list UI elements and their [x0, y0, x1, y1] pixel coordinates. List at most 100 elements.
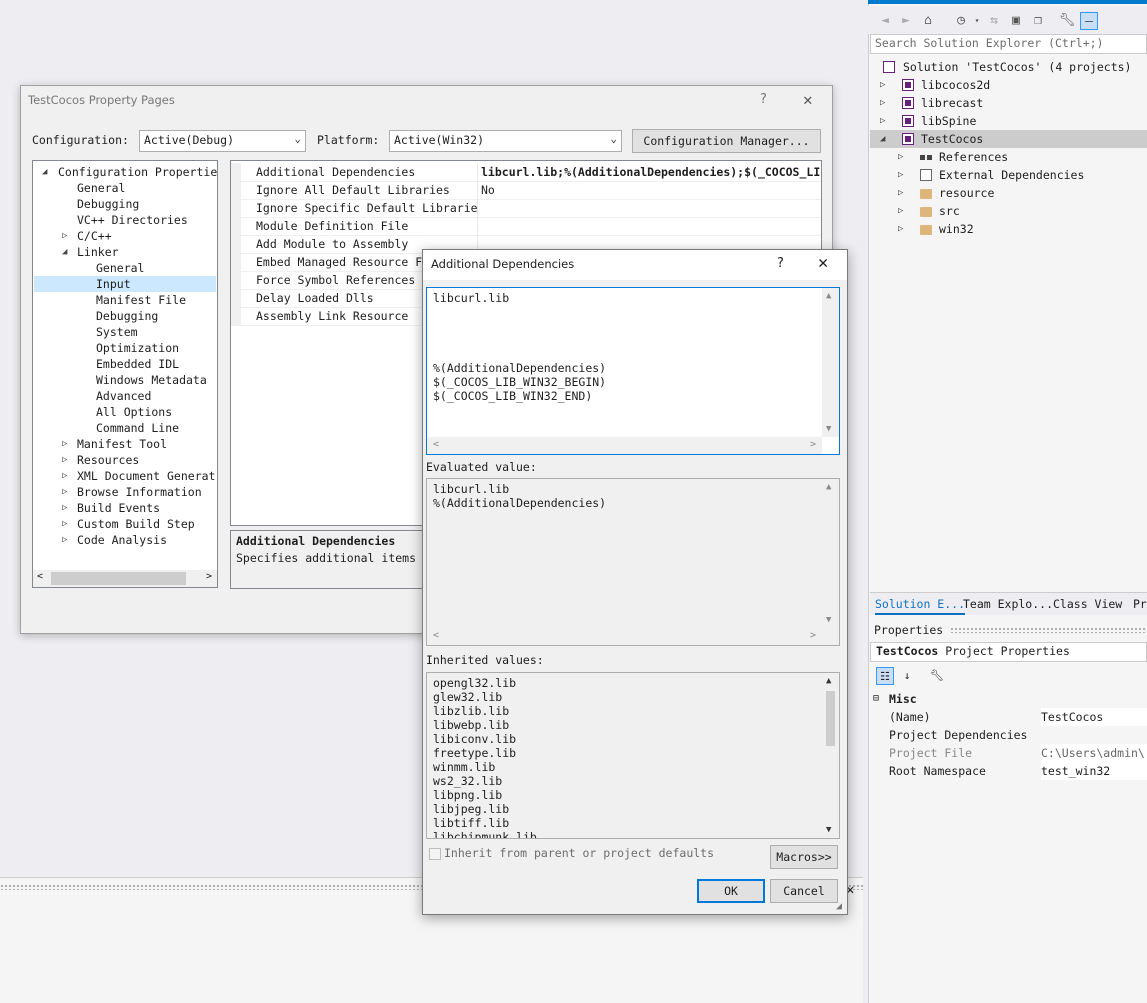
scroll-right-icon[interactable]: > — [206, 571, 212, 582]
grid-row-ignore-all-default-libraries[interactable]: Ignore All Default Libraries No — [231, 181, 821, 200]
home-icon[interactable]: ⌂ — [919, 12, 937, 30]
expand-arrow-icon[interactable]: ▷ — [62, 532, 67, 548]
scroll-up-icon[interactable]: ▲ — [826, 291, 831, 301]
expand-arrow-icon[interactable]: ▷ — [62, 516, 67, 532]
tree-item-linker-debugging[interactable]: Debugging — [96, 308, 158, 324]
preview-selected-icon[interactable]: – — [1080, 12, 1098, 30]
expand-arrow-icon[interactable]: ▷ — [880, 76, 885, 94]
scroll-right-icon[interactable]: > — [810, 630, 816, 641]
tree-item-all-options[interactable]: All Options — [96, 404, 172, 420]
vertical-scrollbar[interactable]: ▲ ▼ — [822, 673, 839, 838]
tree-item-libcocos2d[interactable]: ▷ libcocos2d — [870, 76, 1147, 94]
scroll-left-icon[interactable]: < — [433, 630, 439, 641]
expand-arrow-icon[interactable]: ▷ — [62, 452, 67, 468]
horizontal-scrollbar[interactable]: < > — [427, 437, 822, 454]
sync-icon[interactable]: ⇆ — [985, 12, 1003, 30]
help-button[interactable]: ? — [760, 92, 767, 107]
scroll-down-icon[interactable]: ▼ — [826, 615, 831, 625]
scroll-thumb[interactable] — [826, 691, 835, 746]
close-icon[interactable]: ✕ — [803, 90, 813, 109]
collapse-arrow-icon[interactable]: ◢ — [62, 244, 67, 260]
close-icon[interactable]: ✕ — [818, 253, 828, 273]
tree-item-manifest-file[interactable]: Manifest File — [96, 292, 186, 308]
scroll-up-icon[interactable]: ▲ — [826, 482, 831, 492]
vertical-scrollbar[interactable]: ▲ ▼ — [822, 288, 839, 437]
tab-class-view[interactable]: Class View — [1053, 597, 1122, 611]
scroll-left-icon[interactable]: < — [433, 439, 439, 450]
collapse-arrow-icon[interactable]: ◢ — [42, 164, 47, 180]
tree-item-command-line[interactable]: Command Line — [96, 420, 179, 436]
tab-property-manager[interactable]: Pr — [1133, 597, 1147, 611]
property-row[interactable]: Root Namespace test_win32 — [870, 762, 1147, 780]
expand-arrow-icon[interactable]: ▷ — [62, 436, 67, 452]
tab-team-explorer[interactable]: Team Explo... — [963, 597, 1053, 611]
tab-solution-explorer[interactable]: Solution E... — [875, 597, 966, 615]
resize-grip-icon[interactable]: ◢ — [836, 901, 842, 912]
collapse-arrow-icon[interactable]: ◢ — [880, 130, 885, 148]
tree-item-solution[interactable]: Solution 'TestCocos' (4 projects) — [870, 58, 1147, 76]
forward-icon[interactable]: ► — [897, 12, 915, 30]
solution-explorer-search-input[interactable]: Search Solution Explorer (Ctrl+;) — [870, 34, 1147, 54]
macros-button[interactable]: Macros>> — [770, 845, 838, 869]
scroll-right-icon[interactable]: > — [810, 439, 816, 450]
expand-arrow-icon[interactable]: ▷ — [898, 184, 903, 202]
tree-item-windows-metadata[interactable]: Windows Metadata — [96, 372, 207, 388]
tree-item-src[interactable]: ▷ src — [870, 202, 1147, 220]
tree-item-win32[interactable]: ▷ win32 — [870, 220, 1147, 238]
tree-item-librecast[interactable]: ▷ librecast — [870, 94, 1147, 112]
help-button[interactable]: ? — [777, 256, 784, 271]
scroll-up-icon[interactable]: ▲ — [826, 676, 831, 686]
platform-select[interactable]: Active(Win32) ⌄ — [389, 130, 622, 152]
expand-arrow-icon[interactable]: ▷ — [880, 112, 885, 130]
configuration-select[interactable]: Active(Debug) ⌄ — [139, 130, 306, 152]
property-pages-wrench-icon[interactable]: 🔧︎ — [928, 667, 946, 685]
tree-item-vc-directories[interactable]: VC++ Directories — [77, 212, 188, 228]
tree-item-linker-input[interactable]: Input — [34, 276, 216, 292]
scroll-left-icon[interactable]: < — [37, 571, 43, 582]
scroll-thumb[interactable] — [51, 572, 186, 585]
vertical-scrollbar[interactable]: ▲ ▼ — [822, 479, 839, 628]
grid-row-ignore-specific-default-libraries[interactable]: Ignore Specific Default Librarie — [231, 199, 821, 218]
expand-arrow-icon[interactable]: ▷ — [898, 166, 903, 184]
properties-wrench-icon[interactable]: 🔧︎ — [1058, 12, 1076, 30]
configuration-manager-button[interactable]: Configuration Manager... — [632, 129, 821, 153]
expand-arrow-icon[interactable]: ▷ — [62, 228, 67, 244]
chevron-down-icon[interactable]: ▾ — [968, 12, 986, 30]
expand-arrow-icon[interactable]: ▷ — [62, 484, 67, 500]
expand-arrow-icon[interactable]: ▷ — [62, 468, 67, 484]
tree-item-advanced[interactable]: Advanced — [96, 388, 151, 404]
grid-row-module-definition-file[interactable]: Module Definition File — [231, 217, 821, 236]
tree-item-external-dependencies[interactable]: ▷ External Dependencies — [870, 166, 1147, 184]
tree-item-libspine[interactable]: ▷ libSpine — [870, 112, 1147, 130]
cancel-button[interactable]: Cancel — [770, 879, 838, 903]
tree-item-embedded-idl[interactable]: Embedded IDL — [96, 356, 179, 372]
property-row[interactable]: Project Dependencies — [870, 726, 1147, 744]
back-icon[interactable]: ◄ — [876, 12, 894, 30]
expand-arrow-icon[interactable]: ▷ — [898, 220, 903, 238]
ok-button[interactable]: OK — [697, 879, 765, 903]
collapse-all-icon[interactable]: ▣ — [1007, 12, 1025, 30]
grid-row-additional-dependencies[interactable]: Additional Dependencies libcurl.lib;%(Ad… — [231, 163, 821, 182]
inherit-checkbox[interactable] — [429, 848, 441, 860]
scroll-down-icon[interactable]: ▼ — [826, 424, 831, 434]
alphabetical-icon[interactable]: ↓ — [898, 667, 916, 685]
tree-item-resource[interactable]: ▷ resource — [870, 184, 1147, 202]
expand-arrow-icon[interactable]: ▷ — [898, 202, 903, 220]
tree-item-system[interactable]: System — [96, 324, 138, 340]
tree-item-general[interactable]: General — [77, 180, 125, 196]
expand-arrow-icon[interactable]: ▷ — [898, 148, 903, 166]
tree-item-testcocos[interactable]: ◢ TestCocos — [870, 130, 1147, 148]
tree-item-debugging[interactable]: Debugging — [77, 196, 139, 212]
property-row[interactable]: (Name) TestCocos — [870, 708, 1147, 726]
expand-arrow-icon[interactable]: ▷ — [880, 94, 885, 112]
tree-item-optimization[interactable]: Optimization — [96, 340, 179, 356]
tree-item-references[interactable]: ▷ References — [870, 148, 1147, 166]
tree-horizontal-scrollbar[interactable]: < > — [33, 570, 217, 587]
categorized-icon[interactable]: ☷ — [876, 667, 894, 685]
dependencies-edit-box[interactable]: libcurl.lib %(AdditionalDependencies) $(… — [426, 287, 840, 455]
expand-arrow-icon[interactable]: ▷ — [62, 500, 67, 516]
show-all-files-icon[interactable]: ❐ — [1029, 12, 1047, 30]
evaluated-value-box[interactable]: libcurl.lib %(AdditionalDependencies) ▲ … — [426, 478, 840, 646]
inherited-values-box[interactable]: opengl32.lib glew32.lib libzlib.lib libw… — [426, 672, 840, 839]
properties-object-selector[interactable]: TestCocos Project Properties — [870, 642, 1147, 662]
